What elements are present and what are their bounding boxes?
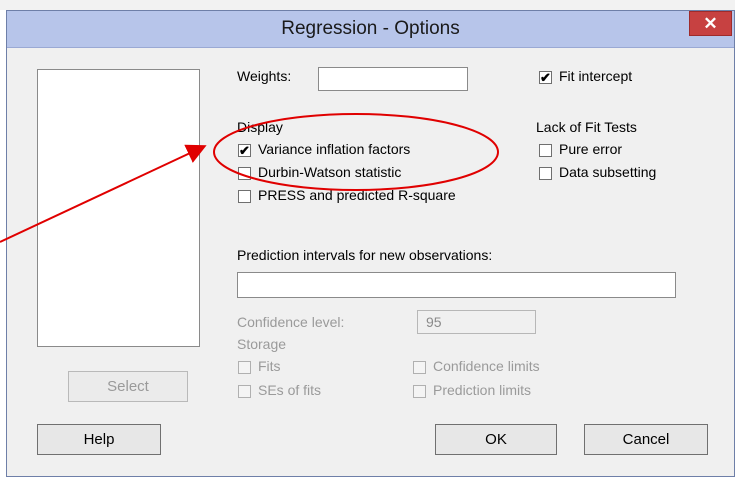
annotation-arrow — [0, 144, 207, 243]
annotation-overlay — [0, 113, 499, 243]
highlight-ellipse — [213, 113, 499, 191]
